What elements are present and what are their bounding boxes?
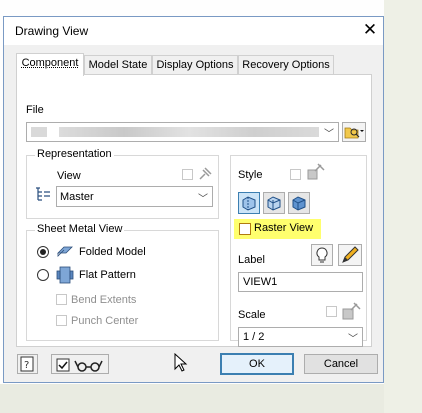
file-path-redacted bbox=[59, 127, 319, 137]
bend-extents-label: Bend Extents bbox=[71, 294, 137, 306]
view-dropdown[interactable]: Master ﹀ bbox=[56, 186, 213, 207]
hidden-line-removed-icon[interactable] bbox=[263, 192, 285, 214]
close-icon[interactable]: ✕ bbox=[359, 19, 381, 41]
chevron-down-icon: ﹀ bbox=[348, 334, 358, 345]
chevron-down-icon: ﹀ bbox=[198, 194, 208, 205]
file-combo[interactable]: ﹀ bbox=[26, 122, 339, 142]
tab-model-state[interactable]: Model State bbox=[84, 55, 152, 74]
punch-center-label: Punch Center bbox=[71, 315, 139, 327]
ok-button-label: OK bbox=[249, 358, 265, 370]
pencil-icon[interactable] bbox=[338, 244, 362, 266]
file-path-redacted bbox=[31, 127, 47, 137]
chevron-down-icon: ﹀ bbox=[324, 129, 334, 140]
tab-display-options-label: Display Options bbox=[156, 59, 234, 71]
title-bar: Drawing View ✕ bbox=[4, 17, 383, 45]
folded-model-label: Folded Model bbox=[79, 246, 146, 258]
drawing-view-dialog: Drawing View ✕ Component Model State Dis… bbox=[3, 16, 384, 383]
representation-group-label: Representation bbox=[35, 148, 114, 160]
scale-dropdown-value: 1 / 2 bbox=[243, 331, 265, 343]
background-panel bbox=[384, 0, 422, 413]
flat-pattern-radio[interactable] bbox=[37, 269, 49, 281]
sheet-metal-view-group-label: Sheet Metal View bbox=[35, 223, 125, 235]
punch-center-checkbox[interactable] bbox=[56, 315, 67, 326]
pin-icon bbox=[197, 166, 213, 182]
scale-lock-checkbox[interactable] bbox=[326, 306, 337, 317]
scale-label: Scale bbox=[238, 309, 266, 321]
style-label: Style bbox=[238, 169, 263, 181]
bulb-icon[interactable] bbox=[311, 244, 333, 266]
tab-recovery-options[interactable]: Recovery Options bbox=[238, 55, 334, 74]
preview-button[interactable] bbox=[51, 354, 109, 374]
view-dropdown-value: Master bbox=[60, 191, 94, 203]
cancel-button[interactable]: Cancel bbox=[304, 354, 378, 374]
tab-display-options[interactable]: Display Options bbox=[152, 55, 238, 74]
tab-component[interactable]: Component bbox=[16, 53, 84, 76]
pin-icon bbox=[341, 301, 363, 321]
check-icon bbox=[56, 358, 70, 372]
scale-dropdown[interactable]: 1 / 2 ﹀ bbox=[238, 327, 363, 347]
view-lock-checkbox[interactable] bbox=[182, 169, 193, 180]
component-panel: File ﹀ Representation View Master ﹀ Shee… bbox=[16, 74, 372, 347]
dialog-title: Drawing View bbox=[15, 24, 89, 38]
open-folder-icon[interactable] bbox=[342, 122, 366, 142]
style-lock-checkbox[interactable] bbox=[290, 169, 301, 180]
hidden-line-icon[interactable] bbox=[238, 192, 260, 214]
mouse-cursor bbox=[174, 353, 188, 373]
label-section-label: Label bbox=[238, 254, 265, 266]
view-representation-icon bbox=[34, 186, 52, 202]
label-field[interactable]: VIEW1 bbox=[238, 272, 363, 292]
folded-model-radio[interactable] bbox=[37, 246, 49, 258]
shaded-icon[interactable] bbox=[288, 192, 310, 214]
bend-extents-checkbox[interactable] bbox=[56, 294, 67, 305]
tab-recovery-options-label: Recovery Options bbox=[242, 59, 330, 71]
help-icon[interactable]: ? bbox=[17, 354, 38, 374]
flat-pattern-icon bbox=[56, 266, 74, 284]
label-field-value: VIEW1 bbox=[243, 276, 278, 288]
raster-view-label: Raster View bbox=[254, 222, 314, 234]
tab-component-label: Component bbox=[21, 57, 79, 69]
file-label: File bbox=[26, 104, 44, 116]
flat-pattern-label: Flat Pattern bbox=[79, 269, 136, 281]
svg-text:?: ? bbox=[24, 360, 29, 371]
cancel-button-label: Cancel bbox=[323, 358, 359, 370]
background-strip bbox=[0, 384, 384, 413]
pin-icon bbox=[306, 162, 326, 182]
view-label: View bbox=[57, 170, 81, 182]
folded-model-icon bbox=[56, 243, 74, 259]
glasses-preview-icon bbox=[74, 358, 104, 372]
raster-view-checkbox[interactable] bbox=[239, 223, 251, 235]
tab-model-state-label: Model State bbox=[88, 59, 148, 71]
ok-button[interactable]: OK bbox=[220, 353, 294, 375]
